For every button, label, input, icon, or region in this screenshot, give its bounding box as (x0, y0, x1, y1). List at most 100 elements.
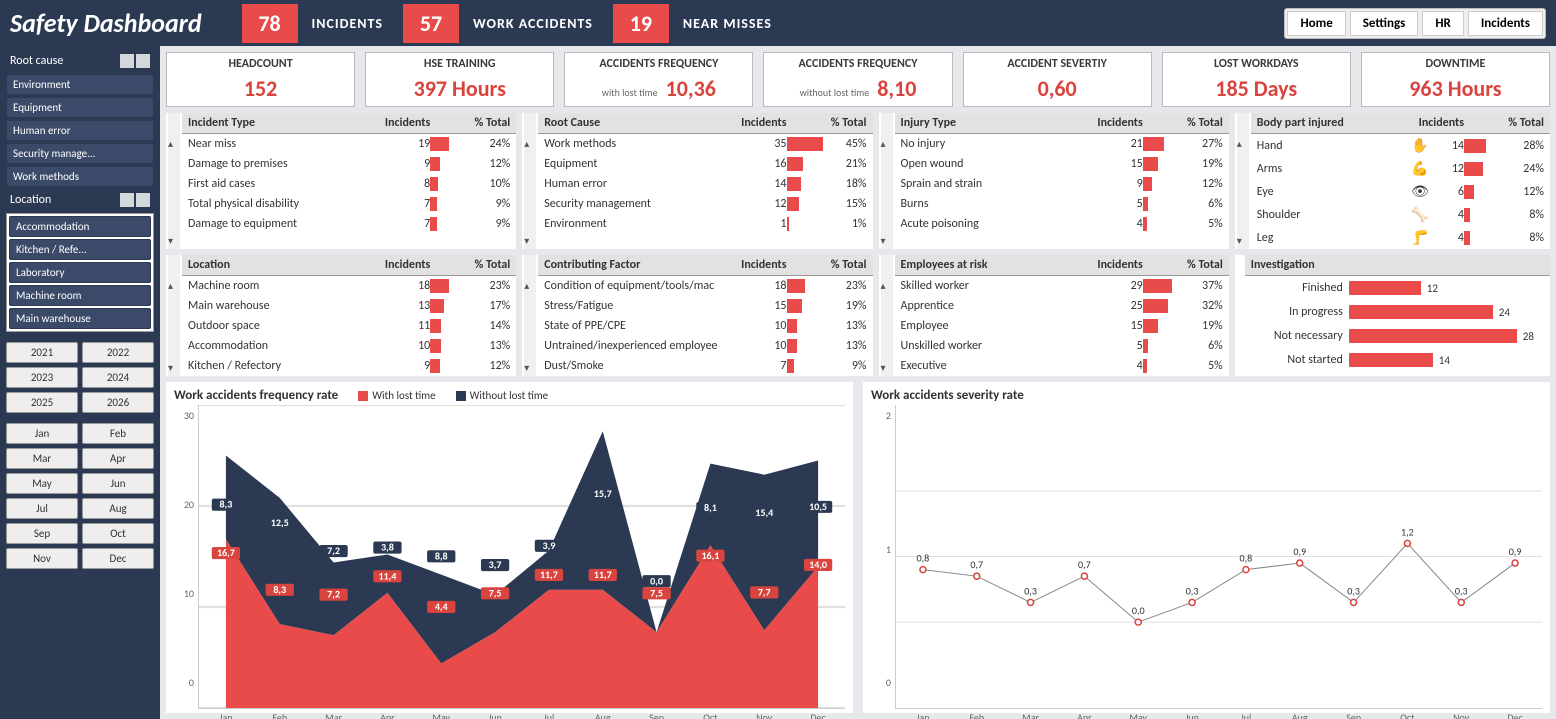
row-bar (1143, 339, 1148, 353)
row-bar (1464, 208, 1470, 222)
x-axis: JanFebMarAprMayJunJulAugSepOctNovDec (199, 711, 845, 719)
row-pct: 6% (1183, 339, 1223, 353)
slicer-location[interactable]: AccommodationKitchen / Refe...Laboratory… (6, 213, 154, 332)
table-row: Untrained/inexperienced employee1013% (538, 336, 872, 356)
row-pct: 8% (1504, 208, 1544, 222)
row-val: 4 (1434, 208, 1464, 222)
scroll-track[interactable] (881, 255, 893, 376)
header-stat: 19NEAR MISSES (613, 4, 772, 43)
chart-frequency: Work accidents frequency rate With lost … (166, 382, 853, 713)
kpi-card: HEADCOUNT152 (166, 52, 355, 107)
inv-bar (1349, 305, 1493, 319)
kpi-value: 397 Hours (414, 75, 506, 102)
inv-bar (1349, 329, 1517, 343)
scroll-up-icon[interactable]: ▴ (1237, 137, 1242, 150)
svg-text:8,1: 8,1 (704, 501, 717, 514)
scroll-up-icon[interactable]: ▴ (524, 137, 529, 150)
month-filter[interactable]: Apr (82, 448, 154, 469)
multiselect-icon[interactable] (120, 193, 134, 207)
scroll-down-icon[interactable]: ▾ (524, 234, 529, 247)
slicer-item[interactable]: Environment (6, 74, 154, 95)
row-pct: 12% (470, 157, 510, 171)
month-filter[interactable]: Feb (82, 423, 154, 444)
filter-icon[interactable] (136, 54, 150, 68)
scroll-down-icon[interactable]: ▾ (881, 361, 886, 374)
month-filter[interactable]: Sep (6, 523, 78, 544)
row-bar (430, 339, 440, 353)
slicer-item[interactable]: Security manage... (6, 143, 154, 164)
row-name: Kitchen / Refectory (188, 359, 400, 373)
svg-text:0,8: 0,8 (917, 552, 930, 565)
row-val: 14 (757, 177, 787, 191)
row-bar (787, 339, 797, 353)
investigation-row: In progress24 (1245, 300, 1550, 324)
year-filter[interactable]: 2024 (82, 367, 154, 388)
multiselect-icon[interactable] (120, 54, 134, 68)
kpi-value: 152 (244, 75, 277, 102)
scroll-up-icon[interactable]: ▴ (168, 279, 173, 292)
row-bar (1143, 319, 1158, 333)
year-filter[interactable]: 2022 (82, 342, 154, 363)
month-filter[interactable]: Jan (6, 423, 78, 444)
nav-home[interactable]: Home (1287, 11, 1345, 36)
slicer-item[interactable]: Main warehouse (9, 308, 151, 329)
row-val: 21 (1113, 137, 1143, 151)
scroll-track[interactable] (881, 113, 893, 249)
year-filter[interactable]: 2025 (6, 392, 78, 413)
row-name: Hand (1257, 139, 1406, 153)
scroll-down-icon[interactable]: ▾ (1237, 234, 1242, 247)
row-name: Employee (901, 319, 1113, 333)
month-filter[interactable]: Jul (6, 498, 78, 519)
slicer-item[interactable]: Human error (6, 120, 154, 141)
kpi-card: DOWNTIME963 Hours (1361, 52, 1550, 107)
year-filter[interactable]: 2023 (6, 367, 78, 388)
scroll-up-icon[interactable]: ▴ (881, 137, 886, 150)
inv-label: Not started (1251, 353, 1343, 367)
nav-incidents[interactable]: Incidents (1468, 11, 1543, 36)
scroll-track[interactable] (168, 113, 180, 249)
slicer-item[interactable]: Kitchen / Refe... (9, 239, 151, 260)
table-row: Executive45% (895, 356, 1229, 376)
scroll-down-icon[interactable]: ▾ (168, 361, 173, 374)
table-row: Damage to premises912% (182, 154, 516, 174)
filter-icon[interactable] (136, 193, 150, 207)
slicer-item[interactable]: Laboratory (9, 262, 151, 283)
slicer-item[interactable]: Equipment (6, 97, 154, 118)
row-bar (1464, 162, 1483, 176)
month-filter[interactable]: Nov (6, 548, 78, 569)
month-filter[interactable]: Dec (82, 548, 154, 569)
row-pct: 6% (1183, 197, 1223, 211)
scroll-down-icon[interactable]: ▾ (524, 361, 529, 374)
row-pct: 8% (1504, 231, 1544, 245)
scroll-down-icon[interactable]: ▾ (168, 234, 173, 247)
table-row: Skilled worker2937% (895, 276, 1229, 296)
table-row: Arms💪1224% (1251, 157, 1550, 180)
slicer-item[interactable]: Machine room (9, 285, 151, 306)
slicer-item[interactable]: Work methods (6, 166, 154, 187)
scroll-track[interactable] (1237, 113, 1249, 249)
year-filter[interactable]: 2026 (82, 392, 154, 413)
scroll-up-icon[interactable]: ▴ (524, 279, 529, 292)
main-area: HEADCOUNT152HSE TRAINING397 HoursACCIDEN… (160, 46, 1556, 719)
kpi-title: ACCIDENTS FREQUENCY (768, 57, 947, 71)
month-filter[interactable]: Oct (82, 523, 154, 544)
month-filter[interactable]: Aug (82, 498, 154, 519)
inv-bar (1349, 353, 1433, 367)
table-row: State of PPE/CPE1013% (538, 316, 872, 336)
table-row: Main warehouse1317% (182, 296, 516, 316)
scroll-track[interactable] (168, 255, 180, 376)
slicer-item[interactable]: Accommodation (9, 216, 151, 237)
year-filter[interactable]: 2021 (6, 342, 78, 363)
month-filter[interactable]: Jun (82, 473, 154, 494)
row-val: 5 (1113, 197, 1143, 211)
table-row: Damage to equipment79% (182, 214, 516, 234)
scroll-down-icon[interactable]: ▾ (881, 234, 886, 247)
scroll-up-icon[interactable]: ▴ (168, 137, 173, 150)
scroll-track[interactable] (524, 113, 536, 249)
nav-settings[interactable]: Settings (1350, 11, 1419, 36)
scroll-up-icon[interactable]: ▴ (881, 279, 886, 292)
month-filter[interactable]: Mar (6, 448, 78, 469)
scroll-track[interactable] (524, 255, 536, 376)
nav-hr[interactable]: HR (1422, 11, 1464, 36)
month-filter[interactable]: May (6, 473, 78, 494)
